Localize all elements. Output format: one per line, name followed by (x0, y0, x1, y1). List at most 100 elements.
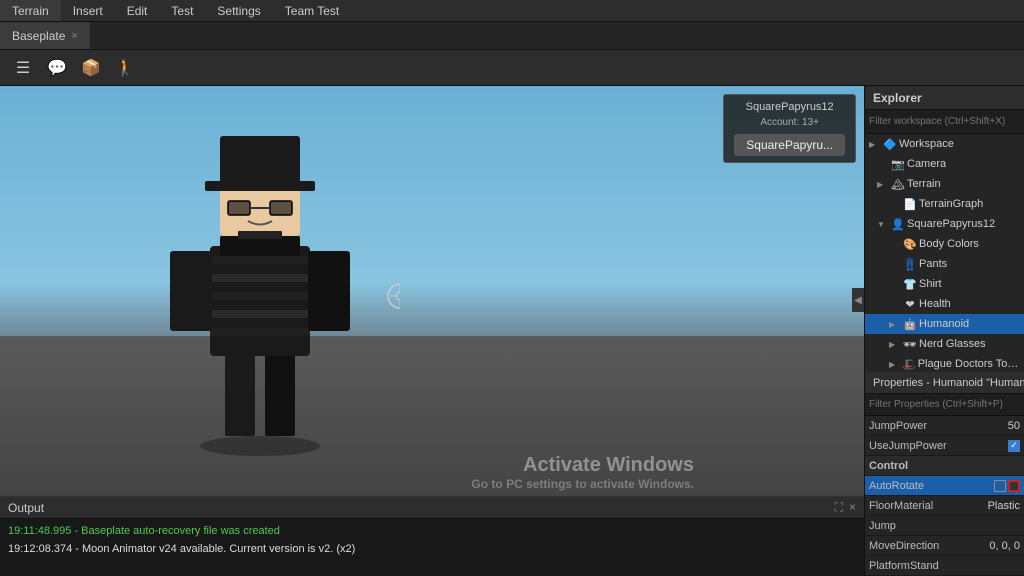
output-close-icon[interactable]: × (849, 500, 856, 515)
tree-label-camera: Camera (907, 158, 946, 170)
side-panel-collapse-arrow[interactable]: ◀ (852, 288, 864, 312)
prop-name-floormaterial: FloorMaterial (869, 500, 945, 512)
tree-arrow-squarepapyrus[interactable]: ▼ (877, 220, 889, 229)
output-expand-icon[interactable]: ⛶ (835, 500, 843, 515)
tree-label-pants: Pants (919, 258, 947, 270)
tree-icon-workspace: 🔷 (883, 138, 897, 151)
output-panel: Output ⛶ × 19:11:48.995 - Baseplate auto… (0, 496, 864, 576)
tree-icon-pants: 👖 (903, 258, 917, 271)
tab-label: Baseplate (12, 29, 65, 43)
tree-label-squarepapyrus: SquarePapyrus12 (907, 218, 995, 230)
tree-arrow-workspace[interactable]: ▶ (869, 140, 881, 149)
viewport[interactable]: SquarePapyrus12 Account: 13+ SquarePapyr… (0, 86, 864, 576)
main-area: SquarePapyrus12 Account: 13+ SquarePapyr… (0, 86, 1024, 576)
toolbar-menu-btn[interactable]: ☰ (8, 54, 38, 82)
properties-panel: Properties - Humanoid "Humanoid" JumpPow… (864, 372, 1024, 576)
prop-name-movedirection: MoveDirection (869, 540, 945, 552)
tree-icon-health: ❤ (903, 298, 917, 311)
output-title: Output (8, 501, 44, 515)
user-badge: SquarePapyrus12 Account: 13+ SquarePapyr… (723, 94, 856, 163)
tree-label-terraingraph: TerrainGraph (919, 198, 983, 210)
tree-item-camera[interactable]: 📷Camera (865, 154, 1024, 174)
toolbar-bag-btn[interactable]: 📦 (76, 54, 106, 82)
tree-icon-humanoid: 🤖 (903, 318, 917, 331)
tree-item-nerdglasses[interactable]: ▶🕶Nerd Glasses (865, 334, 1024, 354)
properties-filter-input[interactable] (869, 399, 1020, 410)
prop-row-autorotate[interactable]: AutoRotate (865, 476, 1024, 496)
prop-value-usejumppower[interactable]: ✓ (947, 440, 1020, 452)
explorer-filter-input[interactable] (869, 116, 1020, 127)
tree-item-terrain[interactable]: ▶🏔Terrain (865, 174, 1024, 194)
prop-name-usejumppower: UseJumpPower (869, 440, 947, 452)
toolbar-chat-btn[interactable]: 💬 (42, 54, 72, 82)
account-label: Account: 13+ (734, 117, 845, 128)
tree-label-terrain: Terrain (907, 178, 941, 190)
tree-icon-plaguedoctors: 🎩 (902, 358, 916, 371)
user-dropdown-button[interactable]: SquarePapyru... (734, 134, 845, 156)
username-label: SquarePapyrus12 (734, 101, 845, 113)
prop-row-jumppower[interactable]: JumpPower50 (865, 416, 1024, 436)
prop-row-movedirection[interactable]: MoveDirection0, 0, 0 (865, 536, 1024, 556)
menu-insert[interactable]: Insert (61, 0, 115, 21)
output-header: Output ⛶ × (0, 497, 864, 519)
tree-icon-terraingraph: 📄 (903, 198, 917, 211)
toolbar-character-btn[interactable]: 🚶 (110, 54, 140, 82)
tree-icon-camera: 📷 (891, 158, 905, 171)
explorer-title: Explorer (873, 91, 922, 105)
menu-teamtest[interactable]: Team Test (273, 0, 351, 21)
tree-item-plaguedoctors[interactable]: ▶🎩Plague Doctors Top Hat (865, 354, 1024, 372)
character-display (120, 116, 400, 456)
prop-name-platformstand: PlatformStand (869, 560, 945, 572)
prop-name-jumppower: JumpPower (869, 420, 945, 432)
tree-arrow-humanoid[interactable]: ▶ (889, 320, 901, 329)
prop-value-floormaterial: Plastic (945, 500, 1021, 512)
tree-arrow-plaguedoctors[interactable]: ▶ (889, 360, 900, 369)
explorer-panel: Explorer ▶🔷Workspace📷Camera▶🏔Terrain📄Ter… (864, 86, 1024, 372)
tree-label-health: Health (919, 298, 951, 310)
tree-item-pants[interactable]: 👖Pants (865, 254, 1024, 274)
prop-section-control: Control (865, 456, 1024, 476)
tree-item-humanoid[interactable]: ▶🤖Humanoid (865, 314, 1024, 334)
menubar: Terrain Insert Edit Test Settings Team T… (0, 0, 1024, 22)
menu-settings[interactable]: Settings (205, 0, 272, 21)
tree-item-terraingraph[interactable]: 📄TerrainGraph (865, 194, 1024, 214)
tree-arrow-terrain[interactable]: ▶ (877, 180, 889, 189)
explorer-filter-bar (865, 110, 1024, 134)
menu-test[interactable]: Test (159, 0, 205, 21)
prop-row-floormaterial[interactable]: FloorMaterialPlastic (865, 496, 1024, 516)
output-line-2: 19:12:08.374 - Moon Animator v24 availab… (8, 541, 856, 559)
explorer-header: Explorer (865, 86, 1024, 110)
menu-edit[interactable]: Edit (115, 0, 160, 21)
tree-item-workspace[interactable]: ▶🔷Workspace (865, 134, 1024, 154)
side-panel: Explorer ▶🔷Workspace📷Camera▶🏔Terrain📄Ter… (864, 86, 1024, 576)
tree-label-plaguedoctors: Plague Doctors Top Hat (918, 358, 1024, 370)
properties-list: JumpPower50UseJumpPower✓ControlAutoRotat… (865, 416, 1024, 576)
prop-value-autorotate[interactable] (945, 480, 1021, 492)
toolbar: ☰ 💬 📦 🚶 (0, 50, 1024, 86)
properties-filter-bar (865, 394, 1024, 416)
tree-item-shirt[interactable]: 👕Shirt (865, 274, 1024, 294)
tree-label-workspace: Workspace (899, 138, 954, 150)
tree-label-shirt: Shirt (919, 278, 942, 290)
tab-baseplate[interactable]: Baseplate × (0, 22, 91, 49)
tabs-bar: Baseplate × (0, 22, 1024, 50)
prop-value-jumppower: 50 (945, 420, 1021, 432)
menu-terrain[interactable]: Terrain (0, 0, 61, 21)
tree-icon-shirt: 👕 (903, 278, 917, 291)
output-line-1: 19:11:48.995 - Baseplate auto-recovery f… (8, 523, 856, 541)
tree-arrow-nerdglasses[interactable]: ▶ (889, 340, 901, 349)
tree-icon-bodycolors: 🎨 (903, 238, 917, 251)
tree-label-nerdglasses: Nerd Glasses (919, 338, 986, 350)
prop-name-jump: Jump (869, 520, 945, 532)
explorer-tree: ▶🔷Workspace📷Camera▶🏔Terrain📄TerrainGraph… (865, 134, 1024, 372)
tree-item-bodycolors[interactable]: 🎨Body Colors (865, 234, 1024, 254)
tree-item-health[interactable]: ❤Health (865, 294, 1024, 314)
tree-icon-nerdglasses: 🕶 (903, 338, 917, 351)
prop-row-jump[interactable]: Jump (865, 516, 1024, 536)
prop-row-usejumppower[interactable]: UseJumpPower✓ (865, 436, 1024, 456)
tree-item-squarepapyrus[interactable]: ▼👤SquarePapyrus12 (865, 214, 1024, 234)
output-content: 19:11:48.995 - Baseplate auto-recovery f… (0, 519, 864, 562)
tab-close-button[interactable]: × (71, 30, 77, 42)
prop-row-platformstand[interactable]: PlatformStand (865, 556, 1024, 576)
tree-icon-terrain: 🏔 (891, 178, 905, 191)
